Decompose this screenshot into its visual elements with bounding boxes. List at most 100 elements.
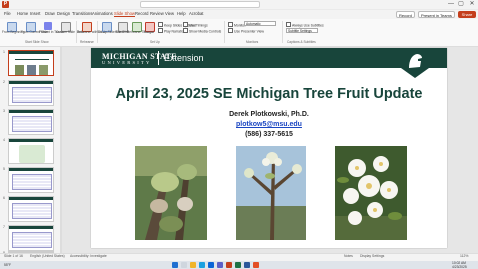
- excel-taskbar-icon[interactable]: [235, 262, 241, 268]
- slide-thumbnail-4[interactable]: [8, 138, 54, 164]
- thumbnail-number: 2: [3, 80, 5, 84]
- edge-icon[interactable]: [199, 262, 205, 268]
- use-timings-checkbox[interactable]: Use Timings: [183, 22, 208, 28]
- powerpoint-taskbar-icon[interactable]: [226, 262, 232, 268]
- banner-divider: [158, 51, 159, 65]
- slide-thumbnail-5[interactable]: [8, 167, 54, 193]
- thumbnail-photo: [15, 65, 24, 75]
- blossom-photo: [335, 146, 407, 240]
- thumbnail-banner: [9, 110, 53, 113]
- tab-insert[interactable]: Insert: [30, 11, 40, 16]
- file-explorer-icon[interactable]: [190, 262, 196, 268]
- group-start-slide-show: Start Slide Show: [25, 40, 49, 44]
- clock-date[interactable]: 4/23/2025: [452, 265, 467, 269]
- use-presenter-view-checkbox[interactable]: Use Presenter View: [228, 28, 264, 34]
- word-taskbar-icon[interactable]: [244, 262, 250, 268]
- ribbon-divider: [282, 21, 283, 43]
- custom-slide-show-label: Custom Slide Show: [56, 30, 84, 34]
- group-rehearse: Rehearse: [80, 40, 94, 44]
- tab-animations[interactable]: Animations: [92, 11, 113, 16]
- tab-transitions[interactable]: Transitions: [72, 11, 92, 16]
- teams-icon[interactable]: [44, 22, 52, 30]
- thumbnail-banner: [9, 139, 53, 142]
- subtitle-settings-dropdown[interactable]: Subtitle Settings: [286, 28, 318, 33]
- author-phone: (586) 337-5615: [245, 131, 293, 138]
- outlook-icon[interactable]: [208, 262, 214, 268]
- tab-view[interactable]: View: [165, 11, 174, 16]
- present-in-teams-button[interactable]: Present in Teams: [418, 11, 455, 18]
- chrome-icon[interactable]: [253, 262, 259, 268]
- record-button[interactable]: Record: [396, 11, 415, 18]
- author-email-link[interactable]: plotkow5@msu.edu: [91, 121, 447, 128]
- group-set-up: Set Up: [150, 40, 160, 44]
- display-settings-button[interactable]: Display Settings: [360, 254, 384, 258]
- pear-bud-photo: [236, 146, 306, 240]
- thumbnail-photo: [27, 65, 36, 75]
- thumbnail-table: [12, 203, 52, 219]
- thumbnail-table: [12, 116, 52, 132]
- tab-acrobat[interactable]: Acrobat: [189, 11, 203, 16]
- author-name: Derek Plotkowski, Ph.D.: [229, 111, 309, 118]
- spartan-helmet-icon: [401, 48, 429, 78]
- msu-wordmark-university: UNIVERSITY: [102, 60, 152, 65]
- rehearse-with-coach-label: Rehearse with Coach: [77, 30, 108, 34]
- thumbnail-banner: [9, 226, 53, 229]
- start-icon[interactable]: [172, 262, 178, 268]
- from-beginning-label: From Beginning: [2, 30, 25, 34]
- powerpoint-logo-icon: P: [2, 1, 9, 8]
- thumbnail-table: [12, 87, 52, 103]
- thumbnail-number: 6: [3, 196, 5, 200]
- thumbnail-number: 3: [3, 109, 5, 113]
- accessibility-status[interactable]: Accessibility: Investigate: [70, 254, 107, 258]
- thumbnail-table: [12, 174, 52, 190]
- slide-thumbnail-3[interactable]: [8, 109, 54, 135]
- slide-thumbnail-7[interactable]: [8, 225, 54, 251]
- tab-slide-show[interactable]: Slide Show: [114, 11, 135, 17]
- record-label: Record: [143, 30, 155, 34]
- apple-bud-photo: [135, 146, 207, 240]
- thumbnail-map: [19, 145, 45, 163]
- tab-home[interactable]: Home: [17, 11, 28, 16]
- from-current-slide-label: From Current Slide: [21, 30, 48, 34]
- extension-label: Extension: [164, 53, 204, 63]
- slide-thumbnail-1[interactable]: [8, 50, 54, 76]
- show-media-controls-checkbox[interactable]: Show Media Controls: [183, 28, 221, 34]
- thumbnail-number: 4: [3, 138, 5, 142]
- ribbon-divider: [224, 21, 225, 43]
- maximize-button[interactable]: ▢: [456, 0, 466, 9]
- notes-button[interactable]: Notes: [344, 254, 353, 258]
- tab-draw[interactable]: Draw: [45, 11, 55, 16]
- search-input[interactable]: [140, 1, 260, 8]
- tab-help[interactable]: Help: [177, 11, 186, 16]
- group-captions-subtitles: Captions & Subtitles: [287, 40, 316, 44]
- thumbnail-title-line: [15, 59, 49, 60]
- thumbnail-table: [12, 232, 52, 248]
- thumbnail-photo: [39, 65, 48, 75]
- thumbnail-banner: [9, 197, 53, 200]
- search-icon[interactable]: [181, 262, 187, 268]
- language-status[interactable]: English (United States): [30, 254, 65, 258]
- tab-file[interactable]: File: [4, 11, 11, 16]
- group-monitors: Monitors: [246, 40, 259, 44]
- zoom-level[interactable]: 112%: [460, 254, 468, 258]
- monitor-dropdown[interactable]: Automatic: [244, 21, 276, 26]
- slide-thumbnail-2[interactable]: [8, 80, 54, 106]
- weather-widget[interactable]: 55°F: [4, 263, 11, 267]
- thumbnail-number: 1: [3, 50, 5, 54]
- thumbnail-number: 7: [3, 225, 5, 229]
- teams-taskbar-icon[interactable]: [217, 262, 223, 268]
- thumbnail-banner: [9, 51, 53, 54]
- always-use-subtitles-checkbox[interactable]: Always Use Subtitles: [286, 22, 324, 28]
- thumbnail-banner: [9, 81, 53, 84]
- slide-counter: Slide 1 of 16: [4, 254, 23, 258]
- slide-thumbnail-6[interactable]: [8, 196, 54, 222]
- present-in-teams-label: Present in Teams: [39, 30, 64, 34]
- close-button[interactable]: ✕: [467, 0, 477, 9]
- tab-design[interactable]: Design: [57, 11, 70, 16]
- minimize-button[interactable]: —: [446, 0, 456, 9]
- tab-review[interactable]: Review: [150, 11, 164, 16]
- thumbnail-number: 5: [3, 167, 5, 171]
- share-button[interactable]: Share: [458, 11, 476, 18]
- tab-record[interactable]: Record: [135, 11, 149, 16]
- slide-title: April 23, 2025 SE Michigan Tree Fruit Up…: [115, 86, 423, 102]
